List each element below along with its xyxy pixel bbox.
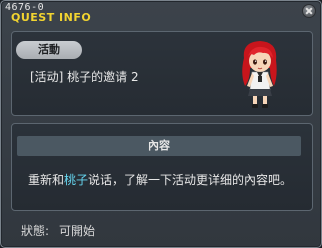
status-label: 狀態: — [21, 224, 50, 238]
quest-name: [活动] 桃子的邀请 2 — [30, 70, 139, 84]
title-bar[interactable]: 4676-0 QUEST INFO — [1, 1, 321, 29]
details-section-title: 內容 — [17, 136, 301, 156]
description-prefix: 重新和 — [28, 173, 65, 187]
category-tag: 活動 — [16, 41, 82, 59]
close-icon[interactable] — [302, 4, 316, 18]
quest-description: 重新和桃子说话，了解一下活动更详细的內容吧。 — [28, 171, 292, 188]
status-value: 可開始 — [59, 224, 96, 238]
npc-name-link: 桃子 — [64, 173, 89, 187]
description-suffix: 说话，了解一下活动更详细的內容吧。 — [88, 173, 293, 187]
quest-info-window: 4676-0 QUEST INFO 活動 [活动] 桃子的邀请 2 內容 重新和… — [0, 0, 322, 248]
npc-portrait — [242, 41, 277, 108]
window-title: QUEST INFO — [11, 11, 92, 24]
